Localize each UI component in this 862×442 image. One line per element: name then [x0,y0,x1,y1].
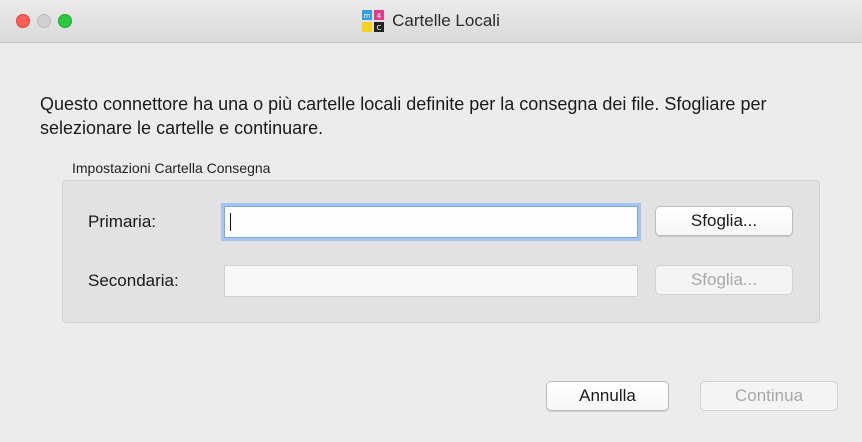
delivery-folder-settings-group [62,180,820,323]
continue-button[interactable]: Continua [700,381,838,411]
title-bar: m 4 C Cartelle Locali [0,0,862,43]
cancel-button[interactable]: Annulla [546,381,669,411]
svg-text:4: 4 [377,12,382,20]
secondary-folder-label: Secondaria: [88,271,179,290]
primary-folder-label: Primaria: [88,212,157,231]
instruction-message: Questo connettore ha una o più cartelle … [40,94,767,138]
svg-text:m: m [364,12,371,20]
window-title: Cartelle Locali [392,11,500,30]
svg-text:C: C [377,24,382,32]
secondary-browse-button[interactable]: Sfoglia... [655,265,793,295]
dialog-window: m 4 C Cartelle Locali Questo connettore … [0,0,862,442]
primary-browse-button[interactable]: Sfoglia... [655,206,793,236]
primary-folder-input[interactable] [224,206,638,238]
text-caret [230,213,231,231]
group-label: Impostazioni Cartella Consegna [72,160,271,176]
m4g-app-logo-icon: m 4 C [362,10,385,32]
window-title-group: m 4 C Cartelle Locali [0,10,862,32]
secondary-folder-input[interactable] [224,265,638,297]
